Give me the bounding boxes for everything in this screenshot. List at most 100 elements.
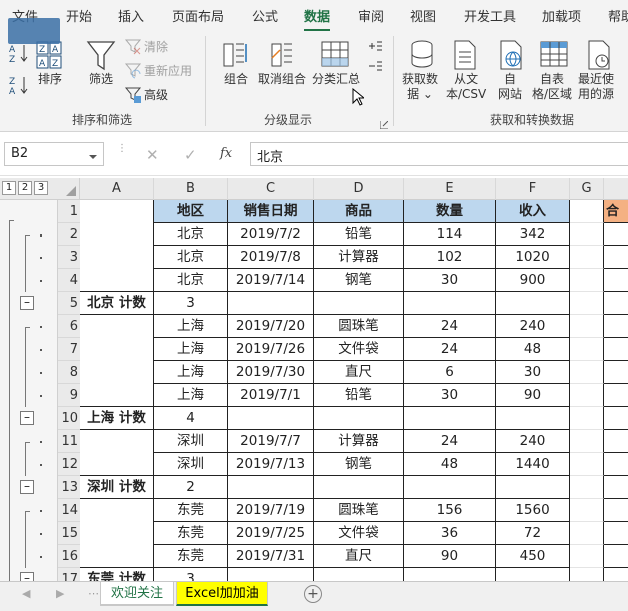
cell-H14[interactable] xyxy=(604,499,628,522)
cell-H4[interactable] xyxy=(604,269,628,292)
row-header-12[interactable]: 12 xyxy=(58,453,80,476)
outline-level-2-button[interactable]: 2 xyxy=(18,181,32,195)
row-header-6[interactable]: 6 xyxy=(58,315,80,338)
tab-5[interactable]: 数据 xyxy=(304,6,331,31)
cell-F8[interactable]: 30 xyxy=(496,361,570,384)
cell-F17[interactable] xyxy=(496,568,570,581)
csv-file-icon[interactable] xyxy=(452,40,478,70)
cell-E15[interactable]: 36 xyxy=(404,522,496,545)
cell-E7[interactable]: 24 xyxy=(404,338,496,361)
subtotal-icon[interactable] xyxy=(320,40,350,70)
sheet-tab-menu-icon[interactable]: ⋯ xyxy=(88,587,99,600)
cell-E2[interactable]: 114 xyxy=(404,223,496,246)
cell-C2[interactable]: 2019/7/2 xyxy=(228,223,314,246)
tab-8[interactable]: 开发工具 xyxy=(464,6,516,25)
cell-C13[interactable] xyxy=(228,476,314,499)
cell-F3[interactable]: 1020 xyxy=(496,246,570,269)
cell-B16[interactable]: 东莞 xyxy=(154,545,228,568)
tab-10[interactable]: 帮助 xyxy=(608,6,628,25)
collapse-group-2-button[interactable]: – xyxy=(20,411,34,425)
column-header-B[interactable]: B xyxy=(154,178,228,200)
cell-E5[interactable] xyxy=(404,292,496,315)
cell-C4[interactable]: 2019/7/14 xyxy=(228,269,314,292)
cell-C8[interactable]: 2019/7/30 xyxy=(228,361,314,384)
cell-A13[interactable]: 深圳 计数 xyxy=(80,476,154,499)
get-data-button[interactable]: 获取数 据 ⌄ xyxy=(402,72,438,102)
reapply-button[interactable]: 重新应用 xyxy=(144,64,192,79)
hide-detail-icon[interactable] xyxy=(368,60,382,72)
cell-B14[interactable]: 东莞 xyxy=(154,499,228,522)
cell-A1[interactable] xyxy=(80,200,154,223)
cell-F15[interactable]: 72 xyxy=(496,522,570,545)
cell-H5[interactable] xyxy=(604,292,628,315)
row-header-13[interactable]: 13 xyxy=(58,476,80,499)
cell-E16[interactable]: 90 xyxy=(404,545,496,568)
subtotal-button[interactable]: 分类汇总 xyxy=(312,72,360,87)
row-header-4[interactable]: 4 xyxy=(58,269,80,292)
cell-E9[interactable]: 30 xyxy=(404,384,496,407)
cell-C14[interactable]: 2019/7/19 xyxy=(228,499,314,522)
cell-D11[interactable]: 计算器 xyxy=(314,430,404,453)
cell-C11[interactable]: 2019/7/7 xyxy=(228,430,314,453)
sheet-tab-0[interactable]: 欢迎关注 xyxy=(100,582,174,606)
cell-B1[interactable]: 地区 xyxy=(154,200,228,223)
sort-descending-icon[interactable]: ZA xyxy=(8,74,30,97)
cell-G5[interactable] xyxy=(570,292,604,315)
cell-C9[interactable]: 2019/7/1 xyxy=(228,384,314,407)
cell-G7[interactable] xyxy=(570,338,604,361)
column-header-C[interactable]: C xyxy=(228,178,314,200)
cell-B2[interactable]: 北京 xyxy=(154,223,228,246)
cell-A16[interactable] xyxy=(80,545,154,568)
cell-G17[interactable] xyxy=(570,568,604,581)
enter-icon[interactable]: ✓ xyxy=(184,146,197,164)
cell-A5[interactable]: 北京 计数 xyxy=(80,292,154,315)
cell-G8[interactable] xyxy=(570,361,604,384)
recent-sources-button[interactable]: 最近使 用的源 xyxy=(578,72,614,102)
from-csv-button[interactable]: 从文 本/CSV xyxy=(446,72,486,102)
next-sheet-icon[interactable]: ▶ xyxy=(56,587,64,600)
web-icon[interactable] xyxy=(498,40,524,70)
cell-H15[interactable] xyxy=(604,522,628,545)
cell-C12[interactable]: 2019/7/13 xyxy=(228,453,314,476)
cell-E10[interactable] xyxy=(404,407,496,430)
sort-dialog-icon[interactable]: ZAAZ xyxy=(36,40,64,70)
cell-F1[interactable]: 收入 xyxy=(496,200,570,223)
add-sheet-button[interactable]: + xyxy=(304,585,322,603)
cell-D17[interactable] xyxy=(314,568,404,581)
cell-A17[interactable]: 东莞 计数 xyxy=(80,568,154,581)
group-icon[interactable] xyxy=(222,40,250,70)
cell-E11[interactable]: 24 xyxy=(404,430,496,453)
cell-B7[interactable]: 上海 xyxy=(154,338,228,361)
sort-button[interactable]: 排序 xyxy=(36,72,64,87)
recent-sources-icon[interactable] xyxy=(586,40,612,70)
cell-A12[interactable] xyxy=(80,453,154,476)
from-table-button[interactable]: 自表 格/区域 xyxy=(532,72,572,102)
cell-H9[interactable] xyxy=(604,384,628,407)
tab-7[interactable]: 视图 xyxy=(410,6,436,25)
cell-G13[interactable] xyxy=(570,476,604,499)
row-header-5[interactable]: 5 xyxy=(58,292,80,315)
cell-A2[interactable] xyxy=(80,223,154,246)
column-header-A[interactable]: A xyxy=(80,178,154,200)
cell-G16[interactable] xyxy=(570,545,604,568)
ungroup-icon[interactable] xyxy=(270,40,298,70)
cell-G4[interactable] xyxy=(570,269,604,292)
cell-E13[interactable] xyxy=(404,476,496,499)
row-header-8[interactable]: 8 xyxy=(58,361,80,384)
cell-A9[interactable] xyxy=(80,384,154,407)
cell-H7[interactable] xyxy=(604,338,628,361)
cell-H2[interactable] xyxy=(604,223,628,246)
formula-input[interactable]: 北京 xyxy=(250,142,628,166)
cell-G9[interactable] xyxy=(570,384,604,407)
row-header-14[interactable]: 14 xyxy=(58,499,80,522)
tab-9[interactable]: 加载项 xyxy=(542,6,581,25)
select-all-corner[interactable] xyxy=(58,178,80,200)
cell-A6[interactable] xyxy=(80,315,154,338)
filter-button[interactable]: 筛选 xyxy=(86,72,116,87)
prev-sheet-icon[interactable]: ◀ xyxy=(22,587,30,600)
dialog-launcher-icon[interactable] xyxy=(379,118,389,130)
cell-D16[interactable]: 直尺 xyxy=(314,545,404,568)
cell-G14[interactable] xyxy=(570,499,604,522)
advanced-button[interactable]: 高级 xyxy=(144,88,168,103)
cell-B10[interactable]: 4 xyxy=(154,407,228,430)
